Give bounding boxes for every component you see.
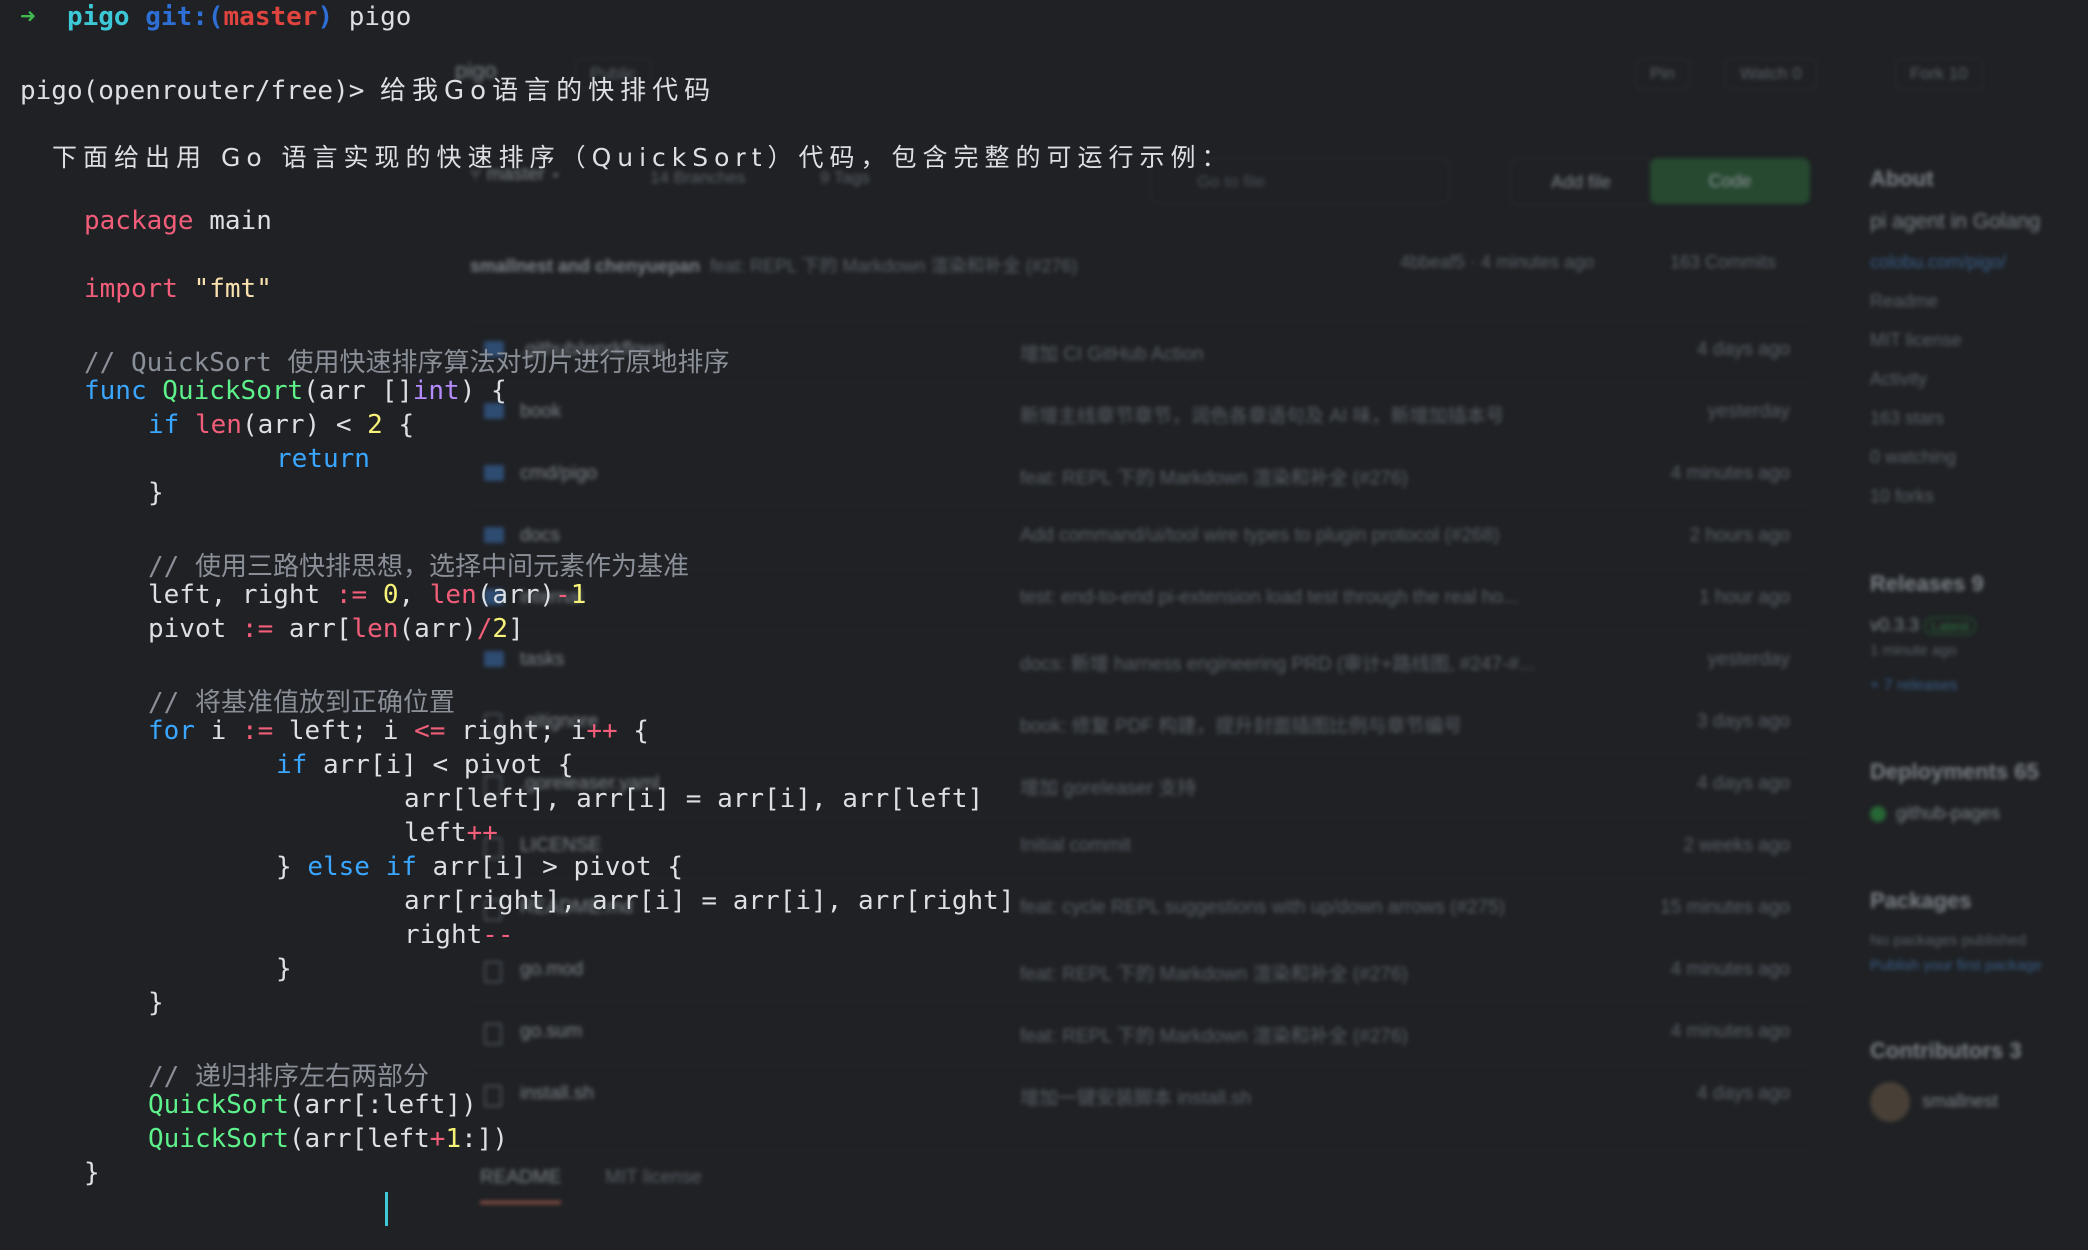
- code-token: len: [351, 614, 399, 644]
- code-token: <=: [414, 716, 446, 746]
- code-line: func QuickSort(arr []int) {: [84, 376, 507, 406]
- code-token: len: [429, 580, 477, 610]
- code-line: pivot := arr[len(arr)/2]: [148, 614, 524, 644]
- code-token: {: [382, 410, 415, 440]
- code-comment: // 使用三路快排思想，选择中间元素作为基准: [148, 552, 689, 582]
- code-token: }: [276, 852, 308, 882]
- code-token: left; i: [273, 716, 415, 746]
- code-token: ,: [398, 580, 430, 610]
- code-token: 2: [492, 614, 509, 644]
- code-token: QuickSort: [162, 376, 304, 406]
- code-token: right; i: [445, 716, 587, 746]
- code-token: main: [193, 206, 272, 236]
- prompt-branch: master: [223, 2, 318, 32]
- code-token: 0: [382, 580, 399, 610]
- code-token: ++: [466, 818, 498, 848]
- repl-input-line: pigo(openrouter/free)> 给我Go语言的快排代码: [20, 70, 716, 107]
- shell-prompt-line: ➜ pigo git:(master) pigo: [20, 2, 411, 32]
- code-token: (arr) <: [241, 410, 368, 440]
- code-token: QuickSort: [148, 1090, 289, 1120]
- code-token: (arr): [476, 580, 556, 610]
- code-line: } else if arr[i] > pivot {: [276, 852, 683, 882]
- code-token: if: [369, 852, 417, 882]
- code-token: arr[left], arr[i] = arr[i], arr[left]: [404, 784, 984, 814]
- code-token: (arr []: [303, 376, 413, 406]
- repl-prompt: pigo(openrouter/free)>: [20, 76, 381, 106]
- code-token: arr[: [273, 614, 352, 644]
- prompt-directory: pigo: [66, 2, 130, 32]
- code-line: for i := left; i <= right; i++ {: [148, 716, 649, 746]
- code-line: left++: [404, 818, 498, 848]
- code-token: for: [148, 716, 195, 746]
- code-token: {: [617, 716, 649, 746]
- code-token: 1: [445, 1124, 462, 1154]
- code-token: left, right: [148, 580, 336, 610]
- code-token: :=: [241, 614, 274, 644]
- code-token: 2: [367, 410, 383, 440]
- prompt-arrow-icon: ➜: [20, 2, 36, 32]
- code-token: import: [84, 274, 178, 304]
- code-token: +: [429, 1124, 446, 1154]
- code-token: i: [194, 716, 242, 746]
- code-line: QuickSort(arr[left+1:]): [148, 1124, 508, 1154]
- code-token: }: [84, 1158, 100, 1188]
- response-intro: 下面给出用 Go 语言实现的快速排序（QuickSort）代码，包含完整的可运行…: [52, 143, 1233, 172]
- code-line: left, right := 0, len(arr)-1: [148, 580, 586, 610]
- text-cursor: [385, 1192, 388, 1226]
- code-token: }: [276, 954, 292, 984]
- code-token: (arr[:left]): [288, 1090, 477, 1120]
- code-token: func: [84, 376, 147, 406]
- code-token: package: [84, 206, 194, 236]
- code-token: :=: [241, 716, 274, 746]
- code-token: }: [148, 988, 164, 1018]
- code-token: return: [276, 444, 370, 474]
- code-token: 1: [570, 580, 587, 610]
- code-token: -: [555, 580, 571, 610]
- code-token: pivot: [148, 614, 242, 644]
- code-token: ]: [508, 614, 524, 644]
- code-token: arr[i] > pivot {: [416, 852, 684, 882]
- user-query: 给我Go语言的快排代码: [380, 76, 717, 106]
- code-token: if: [276, 750, 308, 780]
- code-token: (arr): [398, 614, 477, 644]
- code-token: len: [194, 410, 242, 440]
- code-comment: // QuickSort 使用快速排序算法对切片进行原地排序: [84, 348, 730, 378]
- code-token: arr[right], arr[i] = arr[i], arr[right]: [404, 886, 1015, 916]
- code-token: --: [482, 920, 514, 950]
- code-token: ++: [586, 716, 618, 746]
- code-token: if: [148, 410, 180, 440]
- code-line: QuickSort(arr[:left]): [148, 1090, 477, 1120]
- code-line: import "fmt": [84, 274, 272, 304]
- code-comment: // 将基准值放到正确位置: [148, 688, 455, 718]
- code-token: int: [412, 376, 460, 406]
- prompt-git-close: ): [317, 2, 334, 32]
- code-line: if len(arr) < 2 {: [148, 410, 414, 440]
- code-token: QuickSort: [148, 1124, 289, 1154]
- shell-command: pigo: [348, 2, 412, 32]
- code-token: arr[i] < pivot {: [307, 750, 574, 780]
- code-token: "fmt": [193, 274, 272, 304]
- code-token: /: [476, 614, 493, 644]
- code-token: (arr[left: [288, 1124, 430, 1154]
- code-comment: // 递归排序左右两部分: [148, 1062, 429, 1092]
- code-line: package main: [84, 206, 272, 236]
- code-token: ) {: [459, 376, 507, 406]
- code-line: if arr[i] < pivot {: [276, 750, 573, 780]
- code-token: :=: [335, 580, 368, 610]
- code-token: right: [404, 920, 483, 950]
- terminal-window[interactable]: ➜ pigo git:(master) pigo pigo(openrouter…: [0, 0, 2088, 1250]
- code-token: else: [307, 852, 370, 882]
- code-token: left: [404, 818, 467, 848]
- code-token: }: [148, 478, 164, 508]
- prompt-git-label: git:(: [145, 2, 224, 32]
- code-token: :]): [461, 1124, 509, 1154]
- code-line: right--: [404, 920, 514, 950]
